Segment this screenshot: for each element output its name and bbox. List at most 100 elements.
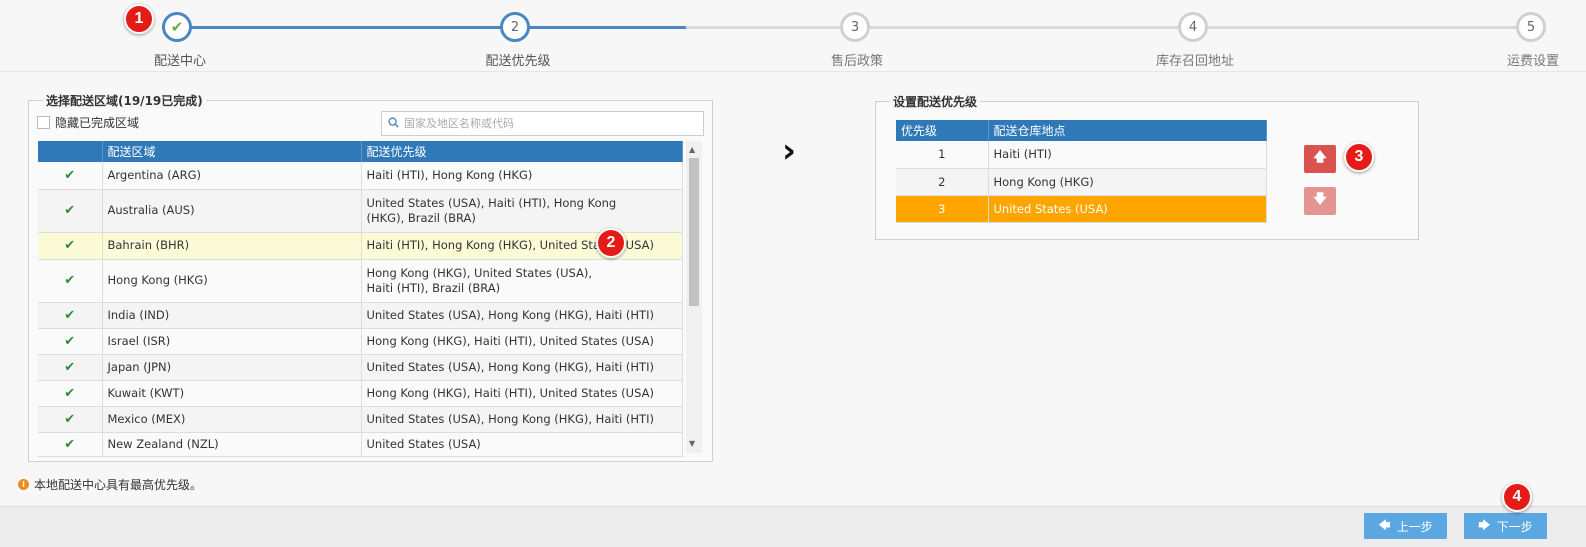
check-icon: ✔ <box>38 380 103 407</box>
scroll-up-arrow-icon[interactable]: ▲ <box>689 145 695 154</box>
annotation-badge-4: 4 <box>1502 482 1532 512</box>
column-header-region[interactable]: 配送区域 <box>102 141 362 162</box>
region-table: 配送区域 配送优先级 ✔ Argentina (ARG) Haiti (HTI)… <box>38 141 683 457</box>
move-up-button[interactable]: 🡅 <box>1304 145 1336 173</box>
column-header-rank: 优先级 <box>896 120 989 141</box>
region-cell: Hong Kong (HKG) <box>102 259 362 303</box>
check-icon: ✔ <box>38 302 103 329</box>
hide-completed-toggle[interactable]: 隐藏已完成区域 <box>37 114 139 131</box>
region-cell: Bahrain (BHR) <box>102 232 362 260</box>
priority-row[interactable]: 2 Hong Kong (HKG) <box>896 168 1267 196</box>
delivery-region-panel: 选择配送区域(19/19已完成) 隐藏已完成区域 配送区域 配送优先级 ✔ <box>28 92 713 462</box>
priority-cell: Haiti (HTI), Hong Kong (HKG), United Sta… <box>361 232 683 260</box>
region-search[interactable] <box>381 111 704 136</box>
priority-cell: Hong Kong (HKG), Haiti (HTI), United Sta… <box>361 380 683 407</box>
check-icon: ✔ <box>38 259 103 303</box>
scrollbar-thumb[interactable] <box>689 158 699 306</box>
region-cell: Australia (AUS) <box>102 189 362 233</box>
rank-cell: 1 <box>896 141 989 169</box>
region-cell: Argentina (ARG) <box>102 162 362 190</box>
delivery-region-legend: 选择配送区域(19/19已完成) <box>43 92 206 109</box>
step-2-label: 配送优先级 <box>485 54 551 69</box>
warehouse-cell: United States (USA) <box>988 195 1267 223</box>
annotation-badge-3: 3 <box>1344 142 1374 172</box>
next-step-label: 下一步 <box>1496 519 1533 534</box>
arrow-right-icon: 🡆 <box>1478 517 1491 532</box>
priority-cell: United States (USA), Hong Kong (HKG), Ha… <box>361 354 683 381</box>
step-5-label: 运费设置 <box>1506 54 1560 69</box>
step-4-label: 库存召回地址 <box>1155 54 1235 69</box>
priority-cell: United States (USA), Hong Kong (HKG), Ha… <box>361 406 683 433</box>
check-icon: ✔ <box>170 18 184 36</box>
step-3-circle[interactable]: 3 <box>840 12 870 42</box>
scroll-down-arrow-icon[interactable]: ▼ <box>689 439 695 448</box>
check-icon: ✔ <box>38 162 103 190</box>
priority-settings-panel: 设置配送优先级 优先级 配送仓库地点 1 Haiti (HTI) 2 Hong … <box>875 93 1419 240</box>
arrow-left-icon: 🡄 <box>1378 517 1391 532</box>
table-row[interactable]: ✔ India (IND) United States (USA), Hong … <box>38 302 683 329</box>
step-2-circle[interactable]: 2 <box>500 12 530 42</box>
step-1-label: 配送中心 <box>153 54 207 69</box>
arrow-up-icon: 🡅 <box>1313 150 1327 165</box>
step-1-circle[interactable]: ✔ <box>162 12 192 42</box>
check-icon: ✔ <box>38 328 103 355</box>
previous-step-button[interactable]: 🡄 上一步 <box>1364 513 1447 539</box>
hide-completed-label: 隐藏已完成区域 <box>55 116 140 130</box>
column-header-priority[interactable]: 配送优先级 <box>361 141 683 162</box>
table-row[interactable]: ✔ Hong Kong (HKG) Hong Kong (HKG), Unite… <box>38 259 683 303</box>
hide-completed-checkbox[interactable] <box>37 116 50 129</box>
step-3-label: 售后政策 <box>830 54 884 69</box>
priority-cell: United States (USA), Haiti (HTI), Hong K… <box>361 189 683 233</box>
search-icon <box>388 116 399 131</box>
region-table-scrollbar[interactable]: ▲ ▼ <box>686 141 702 453</box>
priority-row-selected[interactable]: 3 United States (USA) <box>896 195 1267 223</box>
region-search-input[interactable] <box>404 117 694 130</box>
step-5-circle[interactable]: 5 <box>1516 12 1546 42</box>
priority-row[interactable]: 1 Haiti (HTI) <box>896 141 1267 169</box>
table-row[interactable]: ✔ New Zealand (NZL) United States (USA) <box>38 432 683 457</box>
move-down-button[interactable]: 🡇 <box>1304 187 1336 215</box>
check-icon: ✔ <box>38 406 103 433</box>
footer-bar <box>0 506 1586 547</box>
priority-settings-legend: 设置配送优先级 <box>890 93 981 110</box>
table-row[interactable]: ✔ Japan (JPN) United States (USA), Hong … <box>38 354 683 381</box>
priority-cell: Hong Kong (HKG), Haiti (HTI), United Sta… <box>361 328 683 355</box>
arrow-down-icon: 🡇 <box>1313 192 1327 207</box>
region-cell: Kuwait (KWT) <box>102 380 362 407</box>
info-note: i 本地配送中心具有最高优先级。 <box>18 476 202 493</box>
table-row[interactable]: ✔ Israel (ISR) Hong Kong (HKG), Haiti (H… <box>38 328 683 355</box>
warehouse-cell: Hong Kong (HKG) <box>988 168 1267 196</box>
chevron-right-icon: › <box>782 131 797 171</box>
check-icon: ✔ <box>38 354 103 381</box>
app-root: ✔ 配送中心 2 配送优先级 3 售后政策 4 库存召回地址 5 运费设置 1 … <box>0 0 1586 547</box>
check-icon: ✔ <box>38 232 103 260</box>
check-icon: ✔ <box>38 432 103 457</box>
step-4-circle[interactable]: 4 <box>1178 12 1208 42</box>
step-progress: ✔ 配送中心 2 配送优先级 3 售后政策 4 库存召回地址 5 运费设置 <box>0 0 1586 72</box>
annotation-badge-1: 1 <box>124 4 154 34</box>
check-icon: ✔ <box>38 189 103 233</box>
table-row[interactable]: ✔ Bahrain (BHR) Haiti (HTI), Hong Kong (… <box>38 232 683 260</box>
priority-cell: Haiti (HTI), Hong Kong (HKG) <box>361 162 683 190</box>
region-cell: Israel (ISR) <box>102 328 362 355</box>
region-cell: Mexico (MEX) <box>102 406 362 433</box>
info-icon: i <box>18 479 29 490</box>
warehouse-cell: Haiti (HTI) <box>988 141 1267 169</box>
priority-cell: United States (USA) <box>361 432 683 457</box>
table-row[interactable]: ✔ Kuwait (KWT) Hong Kong (HKG), Haiti (H… <box>38 380 683 407</box>
next-step-button[interactable]: 🡆 下一步 <box>1464 513 1547 539</box>
table-row[interactable]: ✔ Mexico (MEX) United States (USA), Hong… <box>38 406 683 433</box>
progress-track-complete <box>177 26 686 29</box>
priority-table: 优先级 配送仓库地点 1 Haiti (HTI) 2 Hong Kong (HK… <box>896 120 1267 223</box>
info-note-text: 本地配送中心具有最高优先级。 <box>34 478 203 492</box>
priority-cell: United States (USA), Hong Kong (HKG), Ha… <box>361 302 683 329</box>
column-header-warehouse: 配送仓库地点 <box>988 120 1267 141</box>
region-cell: New Zealand (NZL) <box>102 432 362 457</box>
table-row[interactable]: ✔ Australia (AUS) United States (USA), H… <box>38 189 683 233</box>
column-header-status <box>38 141 103 162</box>
region-cell: Japan (JPN) <box>102 354 362 381</box>
region-cell: India (IND) <box>102 302 362 329</box>
rank-cell: 3 <box>896 195 989 223</box>
table-row[interactable]: ✔ Argentina (ARG) Haiti (HTI), Hong Kong… <box>38 162 683 190</box>
priority-cell: Hong Kong (HKG), United States (USA), Ha… <box>361 259 683 303</box>
